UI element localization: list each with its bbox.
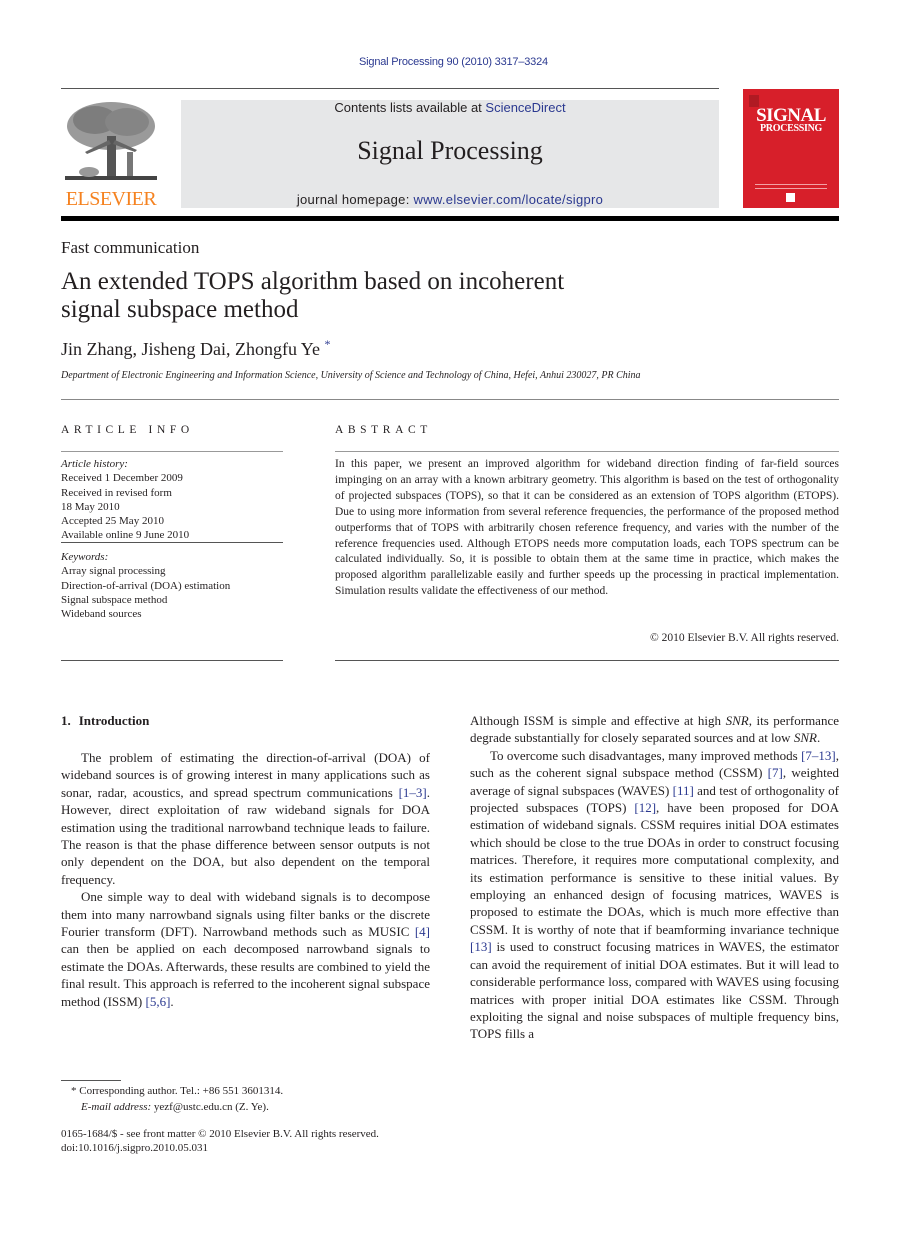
email-label: E-mail address:: [81, 1100, 152, 1113]
keywords: Keywords: Array signal processing Direct…: [61, 550, 283, 621]
citation-link[interactable]: [1–3]: [399, 785, 427, 800]
journal-banner: Contents lists available at ScienceDirec…: [181, 100, 719, 208]
section-number: 1.: [61, 713, 71, 728]
article-info-rule: [61, 451, 283, 452]
issn-copyright: 0165-1684/$ - see front matter © 2010 El…: [61, 1128, 379, 1140]
italic-term: SNR: [725, 713, 749, 728]
footnote-rule: [61, 1080, 121, 1081]
history-item: Available online 9 June 2010: [61, 529, 190, 542]
citation-link[interactable]: [5,6]: [146, 994, 171, 1009]
header-rule: [61, 88, 719, 89]
keyword: Array signal processing: [61, 565, 166, 578]
elsevier-wordmark: ELSEVIER: [65, 188, 157, 210]
history-item: Received in revised form: [61, 486, 172, 499]
author-list: Jin Zhang, Jisheng Dai, Zhongfu Ye: [61, 339, 320, 359]
paragraph: Although ISSM is simple and effective at…: [470, 713, 839, 746]
authors: Jin Zhang, Jisheng Dai, Zhongfu Ye *: [61, 337, 331, 360]
email-suffix: (Z. Ye).: [232, 1100, 269, 1113]
contents-prefix: Contents lists available at: [334, 100, 486, 115]
citation-link[interactable]: [11]: [673, 783, 694, 798]
article-info-heading: ARTICLE INFO: [61, 424, 194, 436]
cover-divider: [755, 184, 827, 185]
keywords-label: Keywords:: [61, 551, 109, 563]
contents-line: Contents lists available at ScienceDirec…: [181, 100, 719, 115]
sciencedirect-link[interactable]: ScienceDirect: [485, 100, 565, 115]
email-address[interactable]: yezf@ustc.edu.cn: [154, 1101, 233, 1113]
elsevier-logo[interactable]: ELSEVIER: [61, 100, 161, 210]
title-line-1: An extended TOPS algorithm based on inco…: [61, 268, 565, 295]
journal-citation[interactable]: Signal Processing 90 (2010) 3317–3324: [0, 56, 907, 68]
italic-term: SNR: [793, 730, 817, 746]
title-line-2: signal subspace method: [61, 296, 299, 323]
history-item: 18 May 2010: [61, 500, 120, 513]
homepage-prefix: journal homepage:: [296, 192, 414, 207]
header-thick-rule: [61, 216, 839, 221]
article-title: An extended TOPS algorithm based on inco…: [61, 268, 681, 324]
email-note: E-mail address: yezf@ustc.edu.cn (Z. Ye)…: [61, 1100, 283, 1116]
citation-link[interactable]: [7]: [768, 765, 783, 780]
journal-cover[interactable]: SIGNAL PROCESSING: [743, 89, 839, 208]
keyword: Direction-of-arrival (DOA) estimation: [61, 579, 231, 592]
abstract-text: In this paper, we present an improved al…: [335, 458, 839, 598]
paragraph: One simple way to deal with wideband sig…: [61, 889, 430, 1009]
body-column-right: Although ISSM is simple and effective at…: [470, 712, 839, 1043]
paragraph: To overcome such disadvantages, many imp…: [470, 747, 840, 1042]
cover-divider: [755, 188, 827, 189]
article-info-bottom-rule: [61, 660, 283, 661]
citation-link[interactable]: [13]: [470, 939, 492, 954]
homepage-line: journal homepage: www.elsevier.com/locat…: [181, 192, 719, 207]
cover-title: SIGNAL: [756, 105, 826, 126]
citation-link[interactable]: [4]: [415, 924, 430, 939]
cover-logo-icon: [786, 193, 795, 202]
journal-title: Signal Processing: [357, 136, 543, 165]
keyword: Signal subspace method: [61, 593, 168, 606]
body-column-left: The problem of estimating the direction-…: [61, 749, 430, 1010]
article-history: Article history: Received 1 December 200…: [61, 457, 283, 543]
history-rule: [61, 542, 283, 543]
front-matter: 0165-1684/$ - see front matter © 2010 El…: [61, 1127, 379, 1156]
history-item: Accepted 25 May 2010: [61, 515, 164, 528]
abstract-bottom-rule: [335, 660, 839, 661]
paragraph: The problem of estimating the direction-…: [61, 750, 430, 887]
history-label: Article history:: [61, 458, 128, 470]
history-item: Received 1 December 2009: [61, 472, 183, 485]
corresponding-author-note: * Corresponding author. Tel.: +86 551 36…: [71, 1085, 284, 1097]
cover-subtitle: PROCESSING: [759, 123, 822, 134]
corresponding-author-mark[interactable]: *: [325, 337, 331, 351]
section-heading: 1. Introduction: [61, 713, 149, 729]
footnotes: * Corresponding author. Tel.: +86 551 36…: [61, 1084, 283, 1115]
doi[interactable]: doi:10.1016/j.sigpro.2010.05.031: [61, 1141, 379, 1155]
abstract-copyright: © 2010 Elsevier B.V. All rights reserved…: [650, 632, 839, 644]
section-title: Introduction: [78, 713, 150, 728]
abstract-heading: ABSTRACT: [335, 424, 432, 436]
affiliation: Department of Electronic Engineering and…: [61, 370, 641, 381]
article-type: Fast communication: [61, 238, 200, 257]
homepage-link[interactable]: www.elsevier.com/locate/sigpro: [414, 192, 604, 207]
affiliation-rule: [61, 399, 839, 400]
abstract-rule: [335, 451, 839, 452]
citation-link[interactable]: [7–13]: [801, 748, 836, 763]
elsevier-tree-icon: [65, 100, 157, 186]
citation-link[interactable]: [12]: [634, 800, 656, 815]
keyword: Wideband sources: [61, 608, 142, 621]
